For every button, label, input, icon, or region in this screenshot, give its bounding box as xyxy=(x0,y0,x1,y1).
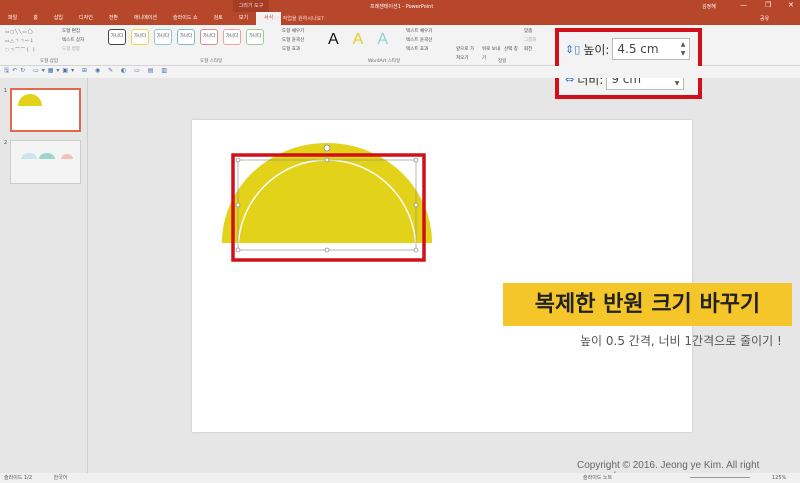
notes-button[interactable]: 슬라이드 노트 xyxy=(583,473,612,483)
semicircle-shapes xyxy=(222,143,432,262)
status-bar: 슬라이드 1/2 한국어 슬라이드 노트 125% xyxy=(0,473,800,483)
slide-counter: 슬라이드 1/2 xyxy=(4,475,33,481)
language-indicator[interactable]: 한국어 xyxy=(54,475,68,481)
zoom-slider[interactable] xyxy=(690,477,750,478)
tutorial-headline: 복제한 반원 크기 바꾸기 xyxy=(503,283,792,326)
tutorial-subtitle: 높이 0.5 간격, 너비 1간격으로 줄이기 ! xyxy=(580,334,782,348)
rotate-handle[interactable] xyxy=(323,144,331,152)
zoom-level[interactable]: 125% xyxy=(772,473,786,483)
